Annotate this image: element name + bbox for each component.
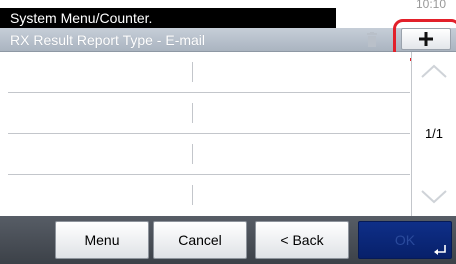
- chevron-up-icon: [421, 64, 447, 78]
- column-divider: [192, 144, 193, 164]
- clock: 10:10: [416, 0, 447, 11]
- menu-button[interactable]: Menu: [55, 221, 149, 259]
- back-button[interactable]: < Back: [255, 221, 349, 259]
- ok-button-label: OK: [394, 232, 416, 248]
- scroll-up-button[interactable]: [412, 52, 456, 90]
- menu-path: System Menu/Counter.: [10, 10, 153, 26]
- ok-button[interactable]: OK: [358, 221, 452, 259]
- trash-icon: [367, 32, 377, 47]
- page-indicator: 1/1: [424, 126, 444, 141]
- add-button[interactable]: [401, 28, 451, 50]
- enter-icon: [434, 245, 446, 255]
- list-item[interactable]: [8, 52, 410, 93]
- plus-icon: [419, 32, 433, 46]
- scroll-down-button[interactable]: [412, 178, 456, 216]
- status-bar: System Menu/Counter. 10:10: [0, 0, 456, 28]
- chevron-down-icon: [421, 190, 447, 204]
- column-divider: [192, 103, 193, 123]
- page-title: RX Result Report Type - E-mail: [10, 32, 206, 48]
- cancel-button[interactable]: Cancel: [153, 221, 247, 259]
- bottom-toolbar: Menu Cancel < Back OK: [0, 216, 456, 264]
- scroll-panel: 1/1: [411, 52, 456, 216]
- list-item[interactable]: [8, 134, 410, 175]
- destination-list: [8, 52, 410, 216]
- list-item[interactable]: [8, 93, 410, 134]
- column-divider: [192, 62, 193, 82]
- column-divider: [192, 185, 193, 205]
- list-item[interactable]: [8, 175, 410, 216]
- screen-header: RX Result Report Type - E-mail: [0, 28, 456, 52]
